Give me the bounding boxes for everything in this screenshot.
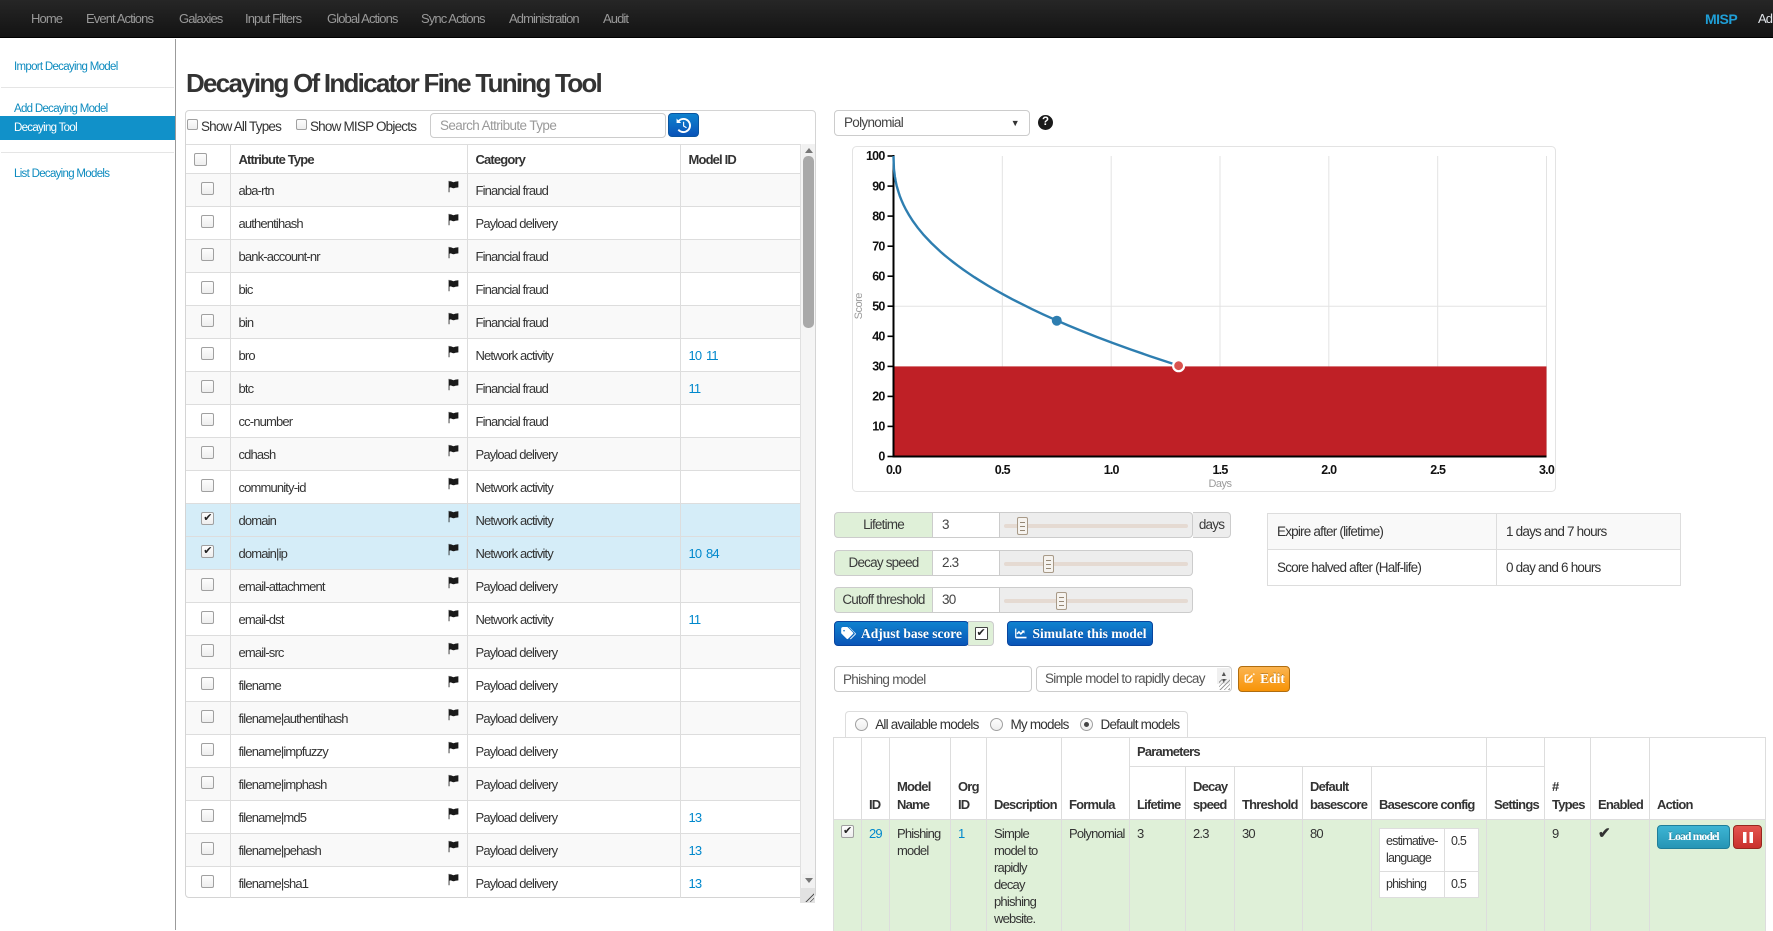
svg-text:60: 60 xyxy=(872,269,885,283)
svg-text:20: 20 xyxy=(872,390,885,404)
svg-text:Score: Score xyxy=(853,293,865,320)
svg-text:100: 100 xyxy=(866,149,885,163)
svg-text:0.5: 0.5 xyxy=(995,463,1011,477)
svg-text:1.5: 1.5 xyxy=(1213,463,1229,477)
svg-text:0.0: 0.0 xyxy=(886,463,902,477)
svg-text:90: 90 xyxy=(872,179,885,193)
svg-text:1.0: 1.0 xyxy=(1104,463,1120,477)
svg-text:30: 30 xyxy=(872,360,885,374)
svg-text:3.0: 3.0 xyxy=(1539,463,1555,477)
svg-text:70: 70 xyxy=(872,239,885,253)
svg-text:50: 50 xyxy=(872,299,885,313)
svg-text:0: 0 xyxy=(878,450,885,464)
svg-text:80: 80 xyxy=(872,209,885,223)
svg-text:10: 10 xyxy=(872,420,885,434)
svg-text:2.5: 2.5 xyxy=(1430,463,1446,477)
svg-text:2.0: 2.0 xyxy=(1321,463,1337,477)
svg-text:Days: Days xyxy=(1208,478,1232,490)
svg-text:40: 40 xyxy=(872,330,885,344)
